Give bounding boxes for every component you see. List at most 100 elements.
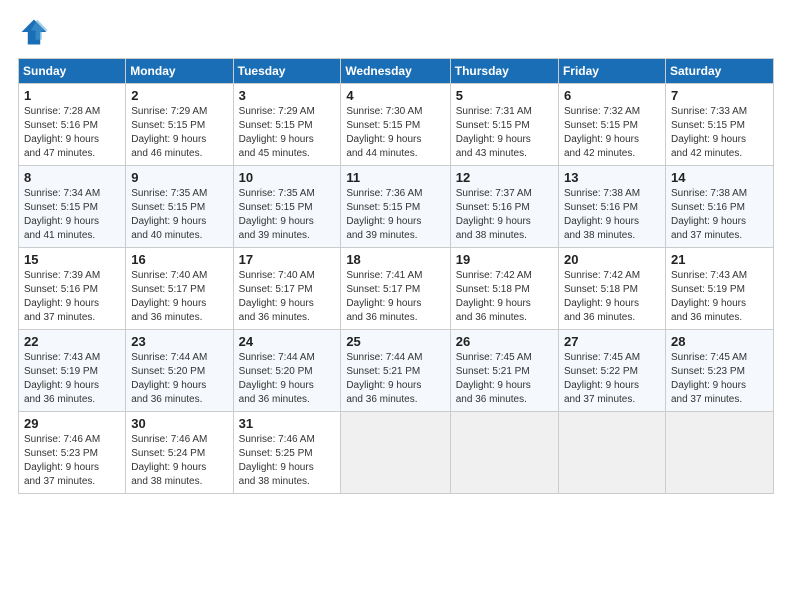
logo-icon [20, 18, 48, 46]
day-number: 12 [456, 170, 553, 185]
day-info: Sunrise: 7:43 AM Sunset: 5:19 PM Dayligh… [671, 269, 768, 325]
calendar-day-cell: 22 Sunrise: 7:43 AM Sunset: 5:19 PM Dayli… [19, 330, 126, 412]
day-number: 3 [239, 88, 336, 103]
calendar-week-row: 8 Sunrise: 7:34 AM Sunset: 5:15 PM Daylig… [19, 166, 774, 248]
weekday-header: Tuesday [233, 59, 341, 84]
day-info: Sunrise: 7:45 AM Sunset: 5:23 PM Dayligh… [671, 351, 768, 407]
day-info: Sunrise: 7:28 AM Sunset: 5:16 PM Dayligh… [24, 105, 120, 161]
day-number: 25 [346, 334, 444, 349]
calendar-week-row: 22 Sunrise: 7:43 AM Sunset: 5:19 PM Dayli… [19, 330, 774, 412]
day-info: Sunrise: 7:35 AM Sunset: 5:15 PM Dayligh… [239, 187, 336, 243]
day-info: Sunrise: 7:42 AM Sunset: 5:18 PM Dayligh… [564, 269, 660, 325]
day-number: 9 [131, 170, 227, 185]
calendar-day-cell: 17Sunrise: 7:40 AM Sunset: 5:17 PM Dayli… [233, 248, 341, 330]
calendar-day-cell [450, 412, 558, 494]
calendar-day-cell [665, 412, 773, 494]
day-info: Sunrise: 7:46 AM Sunset: 5:24 PM Dayligh… [131, 433, 227, 489]
day-info: Sunrise: 7:33 AM Sunset: 5:15 PM Dayligh… [671, 105, 768, 161]
day-info: Sunrise: 7:32 AM Sunset: 5:15 PM Dayligh… [564, 105, 660, 161]
day-number: 19 [456, 252, 553, 267]
day-info: Sunrise: 7:44 AM Sunset: 5:20 PM Dayligh… [239, 351, 336, 407]
calendar-day-cell: 2 Sunrise: 7:29 AM Sunset: 5:15 PM Daylig… [126, 84, 233, 166]
day-number: 27 [564, 334, 660, 349]
calendar-day-cell: 9 Sunrise: 7:35 AM Sunset: 5:15 PM Daylig… [126, 166, 233, 248]
weekday-header: Thursday [450, 59, 558, 84]
calendar-day-cell: 12 Sunrise: 7:37 AM Sunset: 5:16 PM Dayli… [450, 166, 558, 248]
day-number: 26 [456, 334, 553, 349]
calendar-day-cell: 20 Sunrise: 7:42 AM Sunset: 5:18 PM Dayli… [558, 248, 665, 330]
day-info: Sunrise: 7:46 AM Sunset: 5:23 PM Dayligh… [24, 433, 120, 489]
calendar-week-row: 29 Sunrise: 7:46 AM Sunset: 5:23 PM Dayli… [19, 412, 774, 494]
day-number: 5 [456, 88, 553, 103]
day-info: Sunrise: 7:36 AM Sunset: 5:15 PM Dayligh… [346, 187, 444, 243]
day-number: 31 [239, 416, 336, 431]
day-info: Sunrise: 7:40 AM Sunset: 5:17 PM Dayligh… [131, 269, 227, 325]
calendar-day-cell: 28Sunrise: 7:45 AM Sunset: 5:23 PM Dayli… [665, 330, 773, 412]
day-number: 11 [346, 170, 444, 185]
day-info: Sunrise: 7:30 AM Sunset: 5:15 PM Dayligh… [346, 105, 444, 161]
calendar-day-cell: 24 Sunrise: 7:44 AM Sunset: 5:20 PM Dayli… [233, 330, 341, 412]
day-info: Sunrise: 7:43 AM Sunset: 5:19 PM Dayligh… [24, 351, 120, 407]
day-number: 2 [131, 88, 227, 103]
weekday-header: Friday [558, 59, 665, 84]
calendar-day-cell: 5 Sunrise: 7:31 AM Sunset: 5:15 PM Daylig… [450, 84, 558, 166]
day-info: Sunrise: 7:34 AM Sunset: 5:15 PM Dayligh… [24, 187, 120, 243]
calendar-day-cell: 6 Sunrise: 7:32 AM Sunset: 5:15 PM Daylig… [558, 84, 665, 166]
calendar-day-cell: 23 Sunrise: 7:44 AM Sunset: 5:20 PM Dayli… [126, 330, 233, 412]
calendar-day-cell: 8 Sunrise: 7:34 AM Sunset: 5:15 PM Daylig… [19, 166, 126, 248]
calendar-day-cell: 15Sunrise: 7:39 AM Sunset: 5:16 PM Dayli… [19, 248, 126, 330]
day-info: Sunrise: 7:37 AM Sunset: 5:16 PM Dayligh… [456, 187, 553, 243]
calendar-day-cell [341, 412, 450, 494]
day-number: 22 [24, 334, 120, 349]
calendar-day-cell: 1 Sunrise: 7:28 AM Sunset: 5:16 PM Daylig… [19, 84, 126, 166]
calendar-day-cell: 25 Sunrise: 7:44 AM Sunset: 5:21 PM Dayli… [341, 330, 450, 412]
day-number: 30 [131, 416, 227, 431]
day-number: 23 [131, 334, 227, 349]
day-info: Sunrise: 7:44 AM Sunset: 5:21 PM Dayligh… [346, 351, 444, 407]
day-number: 14 [671, 170, 768, 185]
calendar-day-cell: 18Sunrise: 7:41 AM Sunset: 5:17 PM Dayli… [341, 248, 450, 330]
weekday-header: Monday [126, 59, 233, 84]
day-number: 13 [564, 170, 660, 185]
day-info: Sunrise: 7:35 AM Sunset: 5:15 PM Dayligh… [131, 187, 227, 243]
day-number: 10 [239, 170, 336, 185]
day-info: Sunrise: 7:42 AM Sunset: 5:18 PM Dayligh… [456, 269, 553, 325]
day-number: 20 [564, 252, 660, 267]
weekday-header: Saturday [665, 59, 773, 84]
calendar-day-cell: 27 Sunrise: 7:45 AM Sunset: 5:22 PM Dayli… [558, 330, 665, 412]
day-info: Sunrise: 7:38 AM Sunset: 5:16 PM Dayligh… [671, 187, 768, 243]
calendar-day-cell: 16 Sunrise: 7:40 AM Sunset: 5:17 PM Dayli… [126, 248, 233, 330]
calendar-day-cell: 31 Sunrise: 7:46 AM Sunset: 5:25 PM Dayli… [233, 412, 341, 494]
day-info: Sunrise: 7:46 AM Sunset: 5:25 PM Dayligh… [239, 433, 336, 489]
page: SundayMondayTuesdayWednesdayThursdayFrid… [0, 0, 792, 612]
day-info: Sunrise: 7:39 AM Sunset: 5:16 PM Dayligh… [24, 269, 120, 325]
day-number: 1 [24, 88, 120, 103]
calendar-day-cell: 26Sunrise: 7:45 AM Sunset: 5:21 PM Dayli… [450, 330, 558, 412]
calendar-week-row: 1 Sunrise: 7:28 AM Sunset: 5:16 PM Daylig… [19, 84, 774, 166]
calendar-day-cell: 13Sunrise: 7:38 AM Sunset: 5:16 PM Dayli… [558, 166, 665, 248]
calendar-table: SundayMondayTuesdayWednesdayThursdayFrid… [18, 58, 774, 494]
header [18, 18, 774, 46]
day-number: 4 [346, 88, 444, 103]
calendar-day-cell: 14 Sunrise: 7:38 AM Sunset: 5:16 PM Dayli… [665, 166, 773, 248]
calendar-week-row: 15Sunrise: 7:39 AM Sunset: 5:16 PM Dayli… [19, 248, 774, 330]
day-info: Sunrise: 7:44 AM Sunset: 5:20 PM Dayligh… [131, 351, 227, 407]
day-number: 17 [239, 252, 336, 267]
day-info: Sunrise: 7:45 AM Sunset: 5:22 PM Dayligh… [564, 351, 660, 407]
calendar-day-cell: 4 Sunrise: 7:30 AM Sunset: 5:15 PM Daylig… [341, 84, 450, 166]
calendar-day-cell: 29 Sunrise: 7:46 AM Sunset: 5:23 PM Dayli… [19, 412, 126, 494]
calendar-header-row: SundayMondayTuesdayWednesdayThursdayFrid… [19, 59, 774, 84]
day-info: Sunrise: 7:31 AM Sunset: 5:15 PM Dayligh… [456, 105, 553, 161]
calendar-day-cell: 19 Sunrise: 7:42 AM Sunset: 5:18 PM Dayli… [450, 248, 558, 330]
day-number: 24 [239, 334, 336, 349]
calendar-day-cell: 30 Sunrise: 7:46 AM Sunset: 5:24 PM Dayli… [126, 412, 233, 494]
calendar-day-cell: 3Sunrise: 7:29 AM Sunset: 5:15 PM Daylig… [233, 84, 341, 166]
day-number: 8 [24, 170, 120, 185]
day-number: 16 [131, 252, 227, 267]
day-info: Sunrise: 7:29 AM Sunset: 5:15 PM Dayligh… [131, 105, 227, 161]
calendar-day-cell: 11 Sunrise: 7:36 AM Sunset: 5:15 PM Dayli… [341, 166, 450, 248]
weekday-header: Wednesday [341, 59, 450, 84]
day-number: 29 [24, 416, 120, 431]
calendar-day-cell [558, 412, 665, 494]
day-number: 6 [564, 88, 660, 103]
